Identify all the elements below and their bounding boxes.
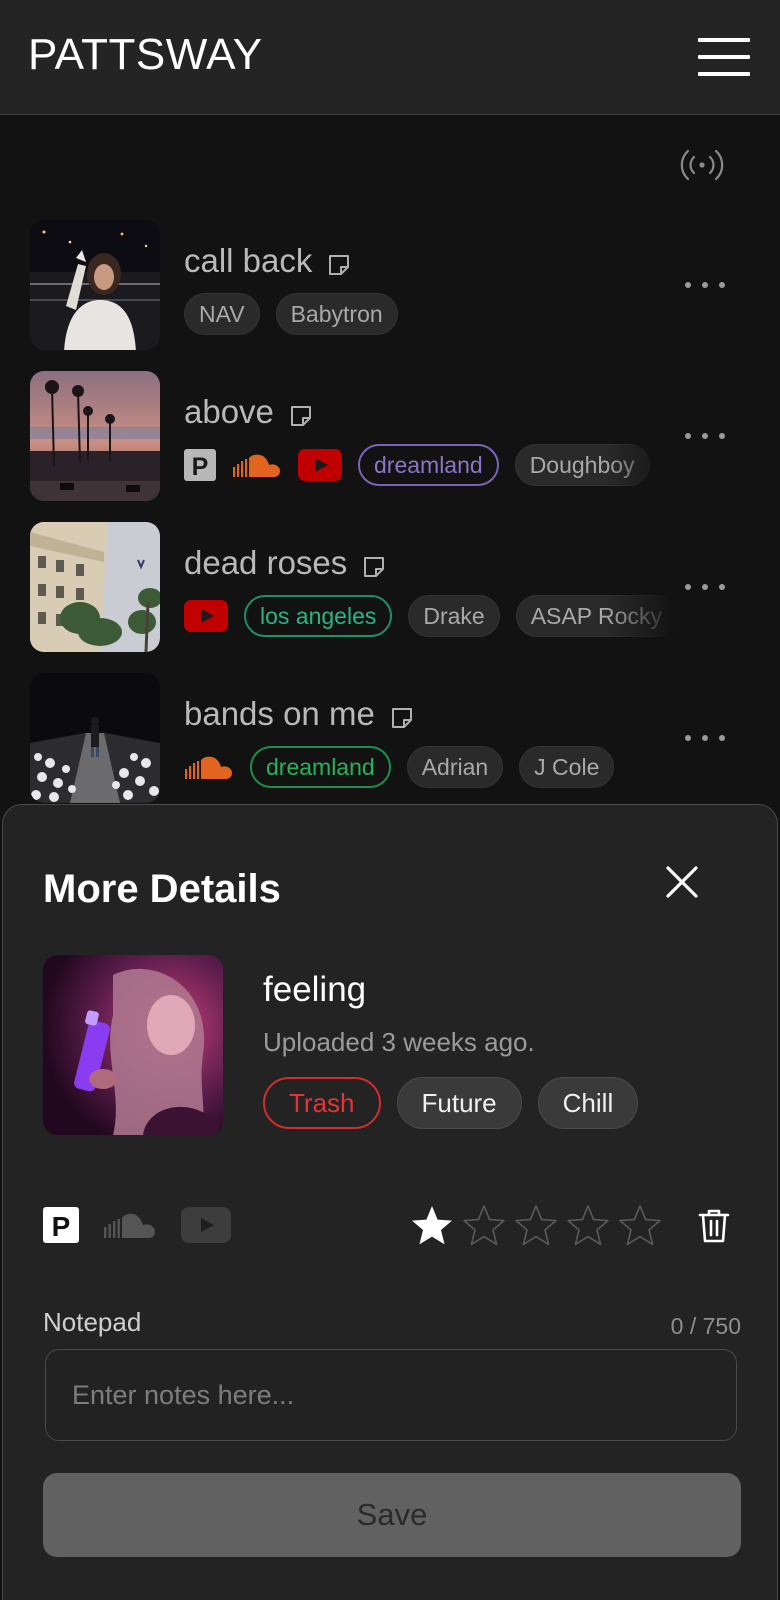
track-artwork <box>30 220 160 350</box>
more-icon-dot <box>719 584 725 590</box>
tag-chip[interactable]: Drake <box>408 595 500 637</box>
svg-text:P: P <box>192 453 209 481</box>
more-icon-dot <box>702 433 708 439</box>
track-tags: P dreamland Doughboy <box>184 443 680 487</box>
pandora-icon[interactable]: P <box>184 449 216 481</box>
star-icon[interactable] <box>513 1203 559 1247</box>
trash-icon <box>698 1209 730 1243</box>
hamburger-icon <box>698 38 750 42</box>
notepad-label: Notepad <box>43 1307 142 1337</box>
track-title-row: above <box>184 393 314 431</box>
star-icon[interactable] <box>617 1203 663 1247</box>
track-title[interactable]: above <box>184 393 274 431</box>
more-icon <box>685 584 691 590</box>
svg-text:P: P <box>52 1211 71 1242</box>
close-icon <box>666 866 698 898</box>
brand-logo[interactable]: PATTSWAY <box>28 30 263 80</box>
more-icon <box>685 735 691 741</box>
track-row[interactable]: dead roses los angeles Drake ASAP Rocky <box>30 522 750 652</box>
details-sheet: More Details feeling Uploaded 3 weeks ag… <box>2 804 778 1600</box>
youtube-icon[interactable] <box>184 600 228 632</box>
detail-tags: Trash Future Chill <box>263 1077 639 1129</box>
track-artwork <box>30 371 160 501</box>
star-icon[interactable] <box>409 1203 455 1247</box>
tag-chip[interactable]: Future <box>396 1077 522 1129</box>
track-tags: dreamland Adrian J Cole <box>184 745 680 789</box>
tag-chip[interactable]: ASAP Rocky <box>515 595 677 637</box>
more-options-button[interactable] <box>685 421 725 451</box>
track-title-row: call back <box>184 242 352 280</box>
soundcloud-icon[interactable] <box>184 754 234 780</box>
more-icon-dot <box>702 584 708 590</box>
star-rating[interactable] <box>409 1203 663 1247</box>
broadcast-icon[interactable] <box>680 145 724 185</box>
detail-track-title: feeling <box>263 970 367 1009</box>
sheet-title: More Details <box>43 867 281 911</box>
youtube-icon[interactable] <box>298 449 342 481</box>
hamburger-icon-bar <box>698 72 750 76</box>
soundcloud-icon[interactable] <box>232 452 282 478</box>
more-icon <box>685 282 691 288</box>
more-options-button[interactable] <box>685 572 725 602</box>
tag-chip[interactable]: los angeles <box>244 595 393 637</box>
more-options-button[interactable] <box>685 270 725 300</box>
note-icon[interactable] <box>361 550 387 577</box>
tag-chip[interactable]: Chill <box>537 1077 639 1129</box>
hamburger-icon-bar <box>698 55 750 59</box>
more-icon-dot <box>719 433 725 439</box>
track-row[interactable]: above P dreamland Doughboy <box>30 371 750 501</box>
hamburger-menu-button[interactable] <box>698 38 750 76</box>
pandora-icon[interactable]: P <box>43 1207 79 1243</box>
more-icon-dot <box>719 735 725 741</box>
track-tags: los angeles Drake ASAP Rocky <box>184 594 680 638</box>
note-icon[interactable] <box>389 701 415 728</box>
more-icon-dot <box>702 282 708 288</box>
track-title[interactable]: dead roses <box>184 544 347 582</box>
track-title[interactable]: call back <box>184 242 312 280</box>
more-icon-dot <box>719 282 725 288</box>
track-row[interactable]: bands on me dreamland Adrian J Cole <box>30 673 750 803</box>
track-artwork <box>30 522 160 652</box>
delete-button[interactable] <box>697 1207 731 1245</box>
notepad-char-count: 0 / 750 <box>670 1313 741 1339</box>
track-title[interactable]: bands on me <box>184 695 375 733</box>
star-icon[interactable] <box>565 1203 611 1247</box>
tag-chip[interactable]: Adrian <box>406 746 504 788</box>
tag-chip[interactable]: dreamland <box>358 444 499 486</box>
track-title-row: bands on me <box>184 695 415 733</box>
track-artwork <box>30 673 160 803</box>
note-icon[interactable] <box>326 248 352 275</box>
track-tags: NAV Babytron <box>184 292 680 336</box>
more-options-button[interactable] <box>685 723 725 753</box>
note-icon[interactable] <box>288 399 314 426</box>
track-row[interactable]: call back NAV Babytron <box>30 220 750 350</box>
upload-info: Uploaded 3 weeks ago. <box>263 1027 535 1057</box>
tag-chip[interactable]: Babytron <box>275 293 398 335</box>
star-icon[interactable] <box>461 1203 507 1247</box>
track-title-row: dead roses <box>184 544 387 582</box>
youtube-icon[interactable] <box>181 1207 231 1243</box>
tag-chip[interactable]: dreamland <box>250 746 391 788</box>
more-icon-dot <box>702 735 708 741</box>
notepad-input[interactable] <box>45 1349 737 1441</box>
tag-chip[interactable]: Doughboy <box>514 444 650 486</box>
tag-chip[interactable]: Trash <box>263 1077 381 1129</box>
service-links: P <box>43 1207 231 1243</box>
more-icon <box>685 433 691 439</box>
close-button[interactable] <box>663 863 701 901</box>
soundcloud-icon[interactable] <box>103 1211 157 1239</box>
tag-chip[interactable]: J Cole <box>519 746 615 788</box>
detail-artwork <box>43 955 223 1135</box>
tag-chip[interactable]: NAV <box>184 293 260 335</box>
app-header: PATTSWAY <box>0 0 780 115</box>
save-button[interactable]: Save <box>43 1473 741 1557</box>
